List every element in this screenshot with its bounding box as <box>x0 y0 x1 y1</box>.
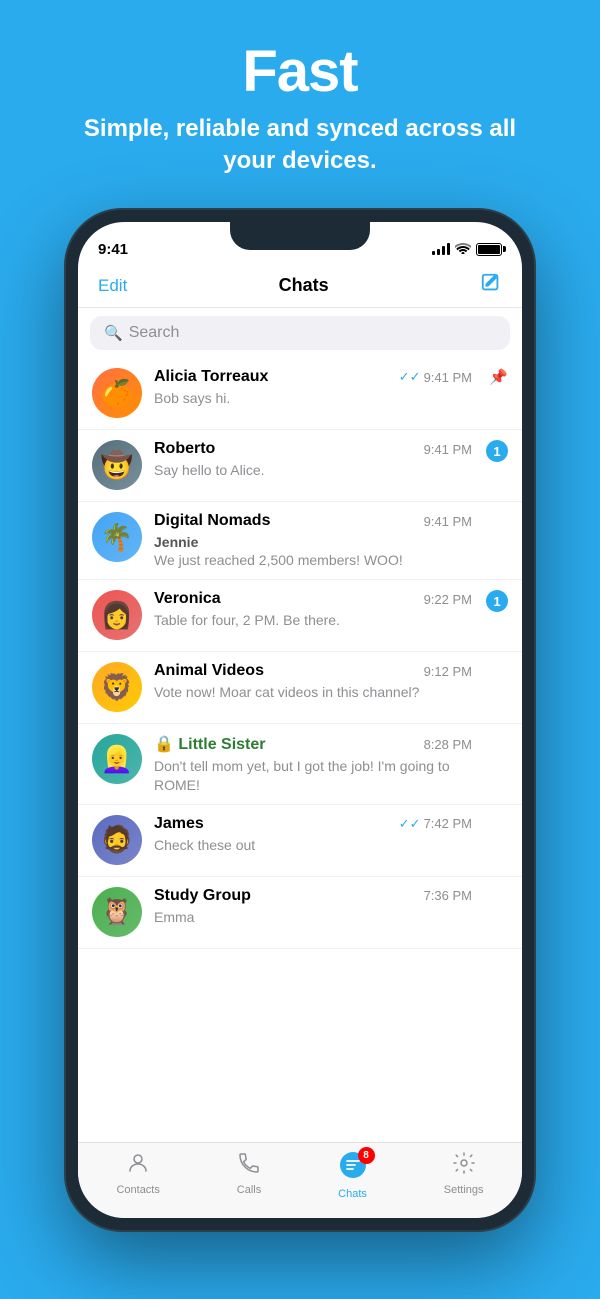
avatar: 🦁 <box>92 662 142 712</box>
chat-time: 9:12 PM <box>424 664 472 679</box>
chat-preview: Don't tell mom yet, but I got the job! I… <box>154 757 472 793</box>
signal-icon <box>432 243 450 255</box>
chat-name: Digital Nomads <box>154 512 270 530</box>
chat-content: Study Group 7:36 PM Emma <box>154 887 472 926</box>
tab-calls[interactable]: Calls <box>237 1151 261 1200</box>
chat-preview: Table for four, 2 PM. Be there. <box>154 611 472 629</box>
avatar: 🍊 <box>92 368 142 418</box>
phone-frame: 9:41 <box>66 210 534 1230</box>
unread-badge: 1 <box>486 440 508 462</box>
edit-button[interactable]: Edit <box>98 276 127 296</box>
chat-name: 🔒 Little Sister <box>154 734 266 754</box>
calls-icon <box>237 1151 261 1181</box>
settings-icon <box>452 1151 476 1181</box>
wifi-icon <box>455 242 471 257</box>
nav-title: Chats <box>279 275 329 296</box>
chat-time: 9:41 PM <box>424 514 472 529</box>
chat-time: 7:36 PM <box>424 888 472 903</box>
list-item[interactable]: 🦉 Study Group 7:36 PM Emma <box>78 877 522 949</box>
hero-subtitle: Simple, reliable and synced across all y… <box>0 113 600 178</box>
chat-preview: Check these out <box>154 836 472 854</box>
phone-screen: 9:41 <box>78 222 522 1218</box>
chat-preview: Vote now! Moar cat videos in this channe… <box>154 683 472 701</box>
pin-icon: 📌 <box>489 368 508 386</box>
search-bar[interactable]: 🔍 Search <box>90 316 510 350</box>
chat-preview: Bob says hi. <box>154 389 472 407</box>
read-check-icon: ✓✓ <box>399 369 421 385</box>
chat-content: Veronica 9:22 PM Table for four, 2 PM. B… <box>154 590 472 629</box>
tab-chats[interactable]: 8 Chats <box>338 1151 367 1200</box>
status-time: 9:41 <box>98 241 128 258</box>
chat-content: Digital Nomads 9:41 PM JennieWe just rea… <box>154 512 472 569</box>
chat-time: 9:41 PM <box>424 370 472 385</box>
tab-contacts[interactable]: Contacts <box>116 1151 159 1200</box>
chats-icon: 8 <box>339 1151 367 1185</box>
chat-content: Roberto 9:41 PM Say hello to Alice. <box>154 440 472 479</box>
avatar: 🦉 <box>92 887 142 937</box>
contacts-icon <box>126 1151 150 1181</box>
status-icons <box>432 242 502 257</box>
list-item[interactable]: 🧔 James ✓✓ 7:42 PM Check these out <box>78 805 522 877</box>
avatar: 🧔 <box>92 815 142 865</box>
chat-list: 🍊 Alicia Torreaux ✓✓ 9:41 PM Bob says hi… <box>78 358 522 949</box>
list-item[interactable]: 👱‍♀️ 🔒 Little Sister 8:28 PM Don't tell … <box>78 724 522 804</box>
list-item[interactable]: 👩 Veronica 9:22 PM Table for four, 2 PM.… <box>78 580 522 652</box>
chat-preview: Emma <box>154 908 472 926</box>
chat-time: 9:41 PM <box>424 442 472 457</box>
list-item[interactable]: 🦁 Animal Videos 9:12 PM Vote now! Moar c… <box>78 652 522 724</box>
settings-label: Settings <box>444 1184 484 1196</box>
contacts-label: Contacts <box>116 1184 159 1196</box>
chat-time: 7:42 PM <box>424 816 472 831</box>
chat-time: 9:22 PM <box>424 592 472 607</box>
chat-content: Animal Videos 9:12 PM Vote now! Moar cat… <box>154 662 472 701</box>
search-placeholder: Search <box>129 324 180 342</box>
chat-name: James <box>154 815 204 833</box>
chat-name: Study Group <box>154 887 251 905</box>
search-icon: 🔍 <box>104 324 123 342</box>
unread-badge: 1 <box>486 590 508 612</box>
calls-label: Calls <box>237 1184 261 1196</box>
nav-bar: Edit Chats <box>78 266 522 308</box>
notch <box>230 222 370 250</box>
list-item[interactable]: 🍊 Alicia Torreaux ✓✓ 9:41 PM Bob says hi… <box>78 358 522 430</box>
chat-name: Animal Videos <box>154 662 264 680</box>
chat-name: Alicia Torreaux <box>154 368 268 386</box>
read-check-icon: ✓✓ <box>399 816 421 832</box>
hero-section: Fast Simple, reliable and synced across … <box>0 0 600 206</box>
list-item[interactable]: 🤠 Roberto 9:41 PM Say hello to Alice. 1 <box>78 430 522 502</box>
chats-badge: 8 <box>358 1147 375 1164</box>
chat-content: James ✓✓ 7:42 PM Check these out <box>154 815 472 854</box>
chat-name: Veronica <box>154 590 221 608</box>
chat-preview: JennieWe just reached 2,500 members! WOO… <box>154 533 472 569</box>
avatar: 🌴 <box>92 512 142 562</box>
chat-content: Alicia Torreaux ✓✓ 9:41 PM Bob says hi. <box>154 368 472 407</box>
chats-label: Chats <box>338 1188 367 1200</box>
chat-meta: 📌 <box>484 368 508 386</box>
chat-content: 🔒 Little Sister 8:28 PM Don't tell mom y… <box>154 734 472 793</box>
tab-bar: Contacts Calls 8 Chats <box>78 1142 522 1218</box>
chat-preview: Say hello to Alice. <box>154 461 472 479</box>
compose-button[interactable] <box>480 272 502 299</box>
chat-meta: 1 <box>484 590 508 612</box>
chat-time: 8:28 PM <box>424 737 472 752</box>
battery-icon <box>476 243 502 256</box>
avatar: 👱‍♀️ <box>92 734 142 784</box>
list-item[interactable]: 🌴 Digital Nomads 9:41 PM JennieWe just r… <box>78 502 522 580</box>
chat-name: Roberto <box>154 440 215 458</box>
avatar: 🤠 <box>92 440 142 490</box>
avatar: 👩 <box>92 590 142 640</box>
chat-meta: 1 <box>484 440 508 462</box>
hero-title: Fast <box>0 38 600 105</box>
tab-settings[interactable]: Settings <box>444 1151 484 1200</box>
